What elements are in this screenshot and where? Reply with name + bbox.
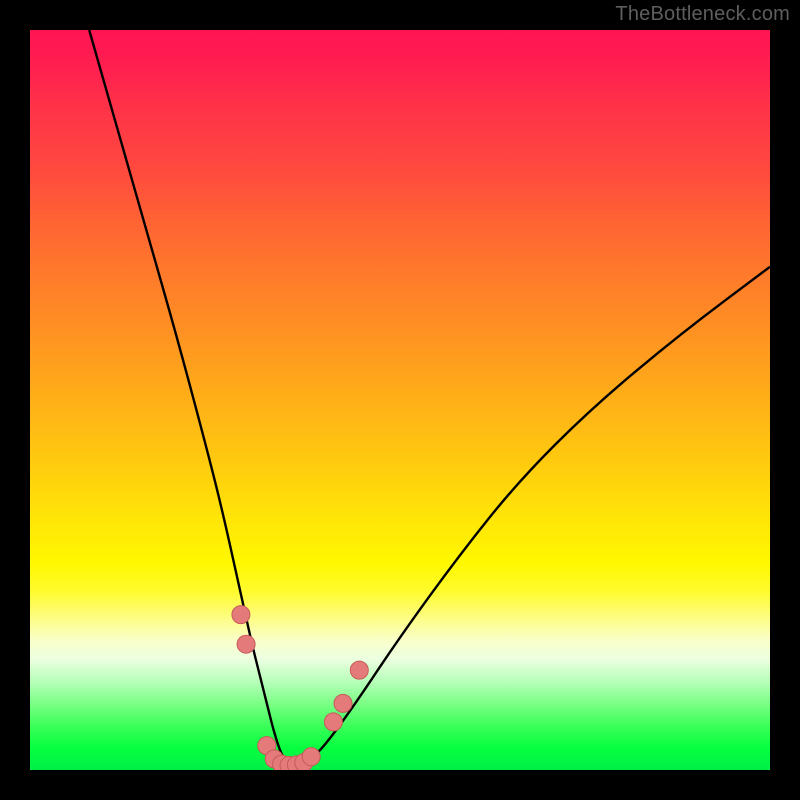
data-point-marker [232, 606, 250, 624]
watermark-text: TheBottleneck.com [615, 3, 790, 26]
chart-svg [30, 30, 770, 770]
plot-area [30, 30, 770, 770]
data-point-marker [324, 713, 342, 731]
bottleneck-curve-line [89, 30, 770, 766]
data-point-marker [350, 661, 368, 679]
chart-frame: TheBottleneck.com [0, 0, 800, 800]
data-point-marker [302, 748, 320, 766]
data-point-marker [237, 635, 255, 653]
marker-group [232, 606, 368, 770]
data-point-marker [334, 694, 352, 712]
